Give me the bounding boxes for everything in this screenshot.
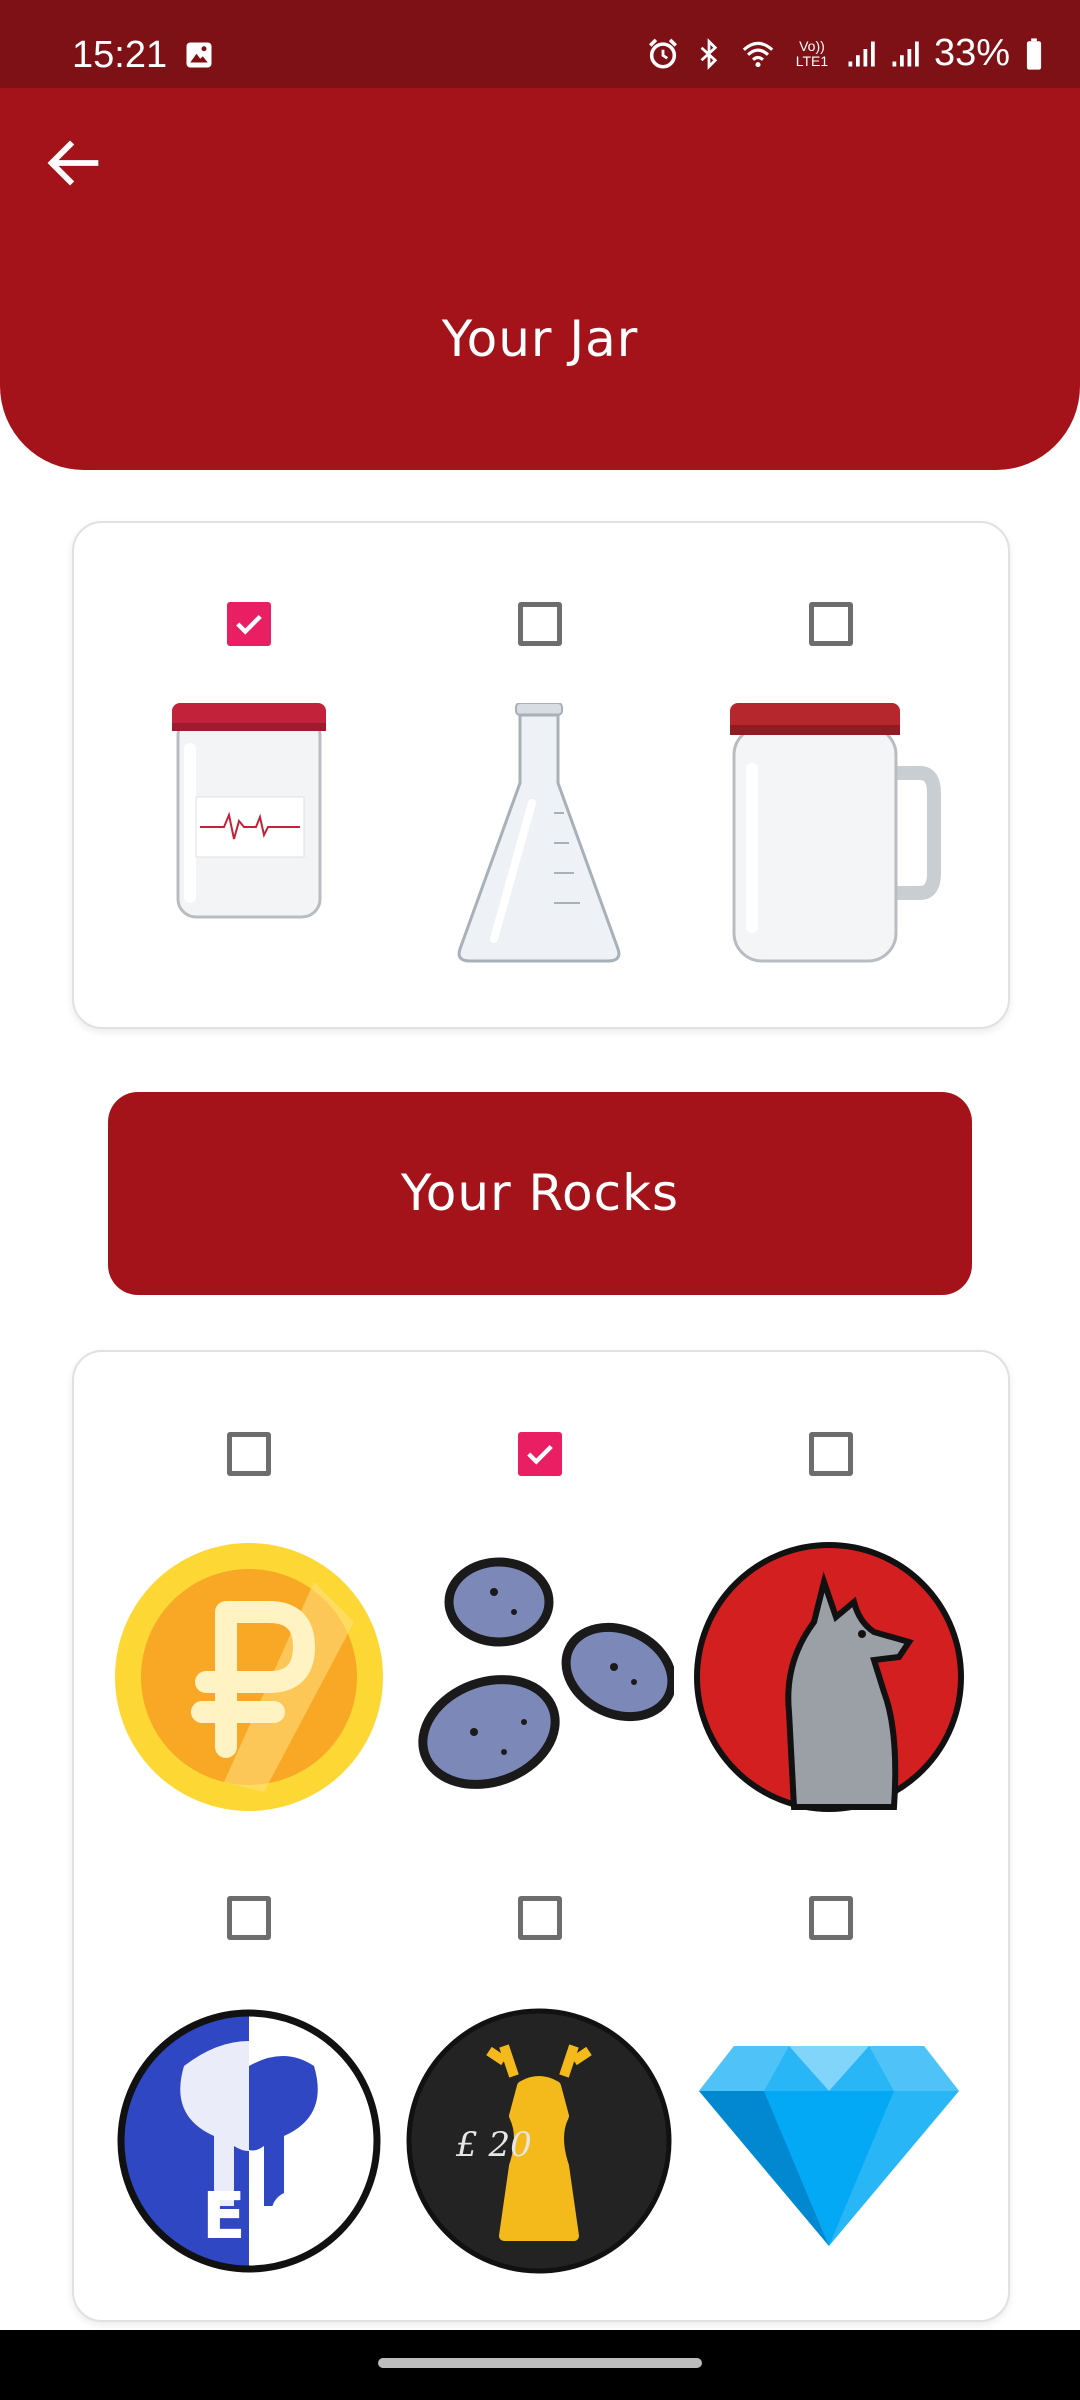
battery-percent: 33%	[933, 32, 1010, 74]
header-panel: Your Jar	[0, 238, 1080, 470]
checkmark-icon	[527, 1444, 553, 1465]
back-button[interactable]	[40, 128, 110, 198]
jar-checkbox-2[interactable]	[518, 602, 562, 646]
eg-elephant-badge-image[interactable]: E G	[114, 2006, 384, 2276]
volte-label: Vo)) LTE1	[795, 37, 829, 69]
bluetooth-icon	[700, 37, 718, 70]
mason-jar-image[interactable]	[694, 703, 964, 973]
rock-checkbox-5[interactable]	[518, 1896, 562, 1940]
home-gesture-handle[interactable]	[378, 2358, 702, 2368]
blue-rocks-image[interactable]	[404, 1542, 674, 1812]
arrow-back-icon	[47, 140, 99, 186]
your-rocks-button[interactable]: Your Rocks	[108, 1092, 972, 1295]
status-bar: 15:21 Vo)) LTE1 33%	[0, 0, 1080, 88]
status-time: 15:21	[72, 34, 168, 76]
eg-badge-text: E G	[202, 2180, 321, 2254]
wifi-icon	[742, 41, 774, 67]
diamond-image[interactable]	[694, 2006, 964, 2276]
rock-checkbox-1[interactable]	[227, 1432, 271, 1476]
signal-icon	[848, 41, 875, 66]
signal-icon	[892, 41, 919, 66]
jar-selection-card	[72, 521, 1010, 1029]
jar-checkbox-1[interactable]	[227, 602, 271, 646]
battery-icon	[1026, 37, 1042, 70]
flask-image[interactable]	[404, 703, 674, 973]
jar-checkbox-3[interactable]	[809, 602, 853, 646]
app-bar	[0, 88, 1080, 238]
page-title: Your Jar	[441, 310, 639, 368]
glass-jar-image[interactable]	[114, 703, 384, 973]
ruble-coin-image[interactable]	[114, 1542, 384, 1812]
rock-checkbox-4[interactable]	[227, 1896, 271, 1940]
status-icons: Vo)) LTE1 33%	[646, 32, 1044, 75]
stag-badge-text: £ 20	[455, 2125, 532, 2165]
rock-checkbox-2[interactable]	[518, 1432, 562, 1476]
stag-badge-image[interactable]: £ 20	[404, 2006, 674, 2276]
rocks-selection-card: E G £ 20	[72, 1350, 1010, 2322]
rock-checkbox-6[interactable]	[809, 1896, 853, 1940]
alarm-icon	[648, 38, 677, 69]
checkmark-icon	[236, 614, 262, 635]
gallery-icon	[186, 42, 212, 68]
system-nav-bar	[0, 2330, 1080, 2400]
wolf-badge-image[interactable]	[694, 1542, 964, 1812]
rock-checbox-3[interactable]	[809, 1432, 853, 1476]
